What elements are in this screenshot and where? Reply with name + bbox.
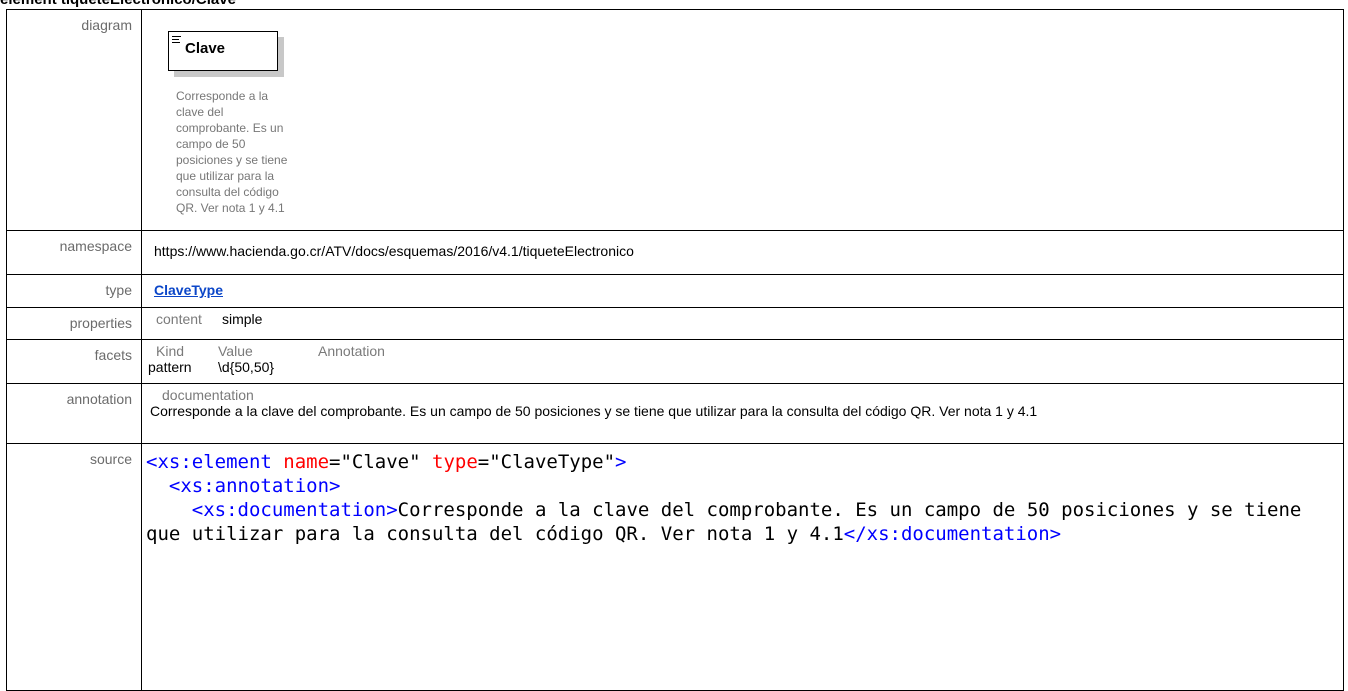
- property-row: content simple: [142, 311, 1343, 327]
- facets-header-kind: Kind: [156, 343, 185, 359]
- row-label: diagram: [6, 9, 142, 231]
- xml-tag: >: [615, 451, 627, 473]
- row-label: type: [6, 274, 142, 308]
- row-facets: facets Kind Value Annotation pattern \d{…: [6, 339, 1344, 384]
- type-link[interactable]: ClaveType: [154, 282, 223, 298]
- element-doc: Corresponde a la clave del comprobante. …: [176, 89, 288, 215]
- annotation-text: Corresponde a la clave del comprobante. …: [150, 403, 1038, 419]
- facets-header: Kind Value Annotation: [142, 343, 1343, 359]
- row-annotation: annotation documentation Corresponde a l…: [6, 383, 1344, 444]
- xml-tag: <xs:documentation>: [146, 499, 398, 521]
- facets-row: pattern \d{50,50}: [142, 359, 1343, 375]
- property-key: content: [156, 311, 202, 327]
- row-source: source <xs:element name="Clave" type="Cl…: [6, 443, 1344, 691]
- xml-tag: <xs:annotation>: [146, 475, 341, 497]
- row-label: source: [6, 443, 142, 691]
- diagram: Clave Corresponde a la clave del comprob…: [154, 15, 1331, 225]
- row-label: annotation: [6, 383, 142, 444]
- row-type: type ClaveType: [6, 274, 1344, 308]
- xml-value: ="ClaveType": [477, 451, 616, 473]
- xml-value: ="Clave": [329, 451, 432, 473]
- source-cell: <xs:element name="Clave" type="ClaveType…: [141, 443, 1344, 691]
- source-code: <xs:element name="Clave" type="ClaveType…: [146, 450, 1339, 680]
- xml-attr: name: [283, 451, 330, 473]
- page-heading: element tiqueteElectronico/Clave: [0, 0, 236, 8]
- property-value: simple: [222, 311, 263, 327]
- element-doc-table: diagram Clave Corresponde a la clave del…: [6, 9, 1344, 691]
- xml-tag: <xs:element: [146, 451, 284, 473]
- row-diagram: diagram Clave Corresponde a la clave del…: [6, 9, 1344, 231]
- xml-attr: type: [432, 451, 478, 473]
- namespace-value: https://www.hacienda.go.cr/ATV/docs/esqu…: [141, 230, 1344, 275]
- element-box[interactable]: Clave: [168, 31, 278, 71]
- element-lines-icon: [172, 36, 181, 45]
- row-label: facets: [6, 339, 142, 384]
- facets-header-annotation: Annotation: [318, 343, 385, 359]
- row-properties: properties content simple: [6, 307, 1344, 340]
- row-label: namespace: [6, 230, 142, 275]
- xml-tag: </xs:documentation>: [843, 523, 1062, 545]
- facets-header-value: Value: [218, 343, 253, 359]
- element-name: Clave: [185, 40, 226, 57]
- diagram-cell: Clave Corresponde a la clave del comprob…: [141, 9, 1344, 231]
- facet-kind: pattern: [148, 359, 192, 375]
- row-label: properties: [6, 307, 142, 340]
- facet-value: \d{50,50}: [218, 359, 275, 375]
- annotation-sub-label: documentation: [162, 387, 254, 403]
- row-namespace: namespace https://www.hacienda.go.cr/ATV…: [6, 230, 1344, 275]
